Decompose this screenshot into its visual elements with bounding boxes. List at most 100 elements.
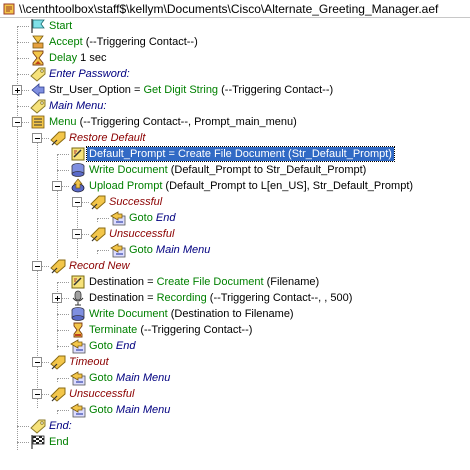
step-keyword: Terminate bbox=[89, 324, 138, 336]
window-title: \\centhtoolbox\staff$\kellym\Documents\C… bbox=[19, 2, 439, 16]
tree-node-destination-create[interactable]: Destination = Create File Document (File… bbox=[0, 274, 470, 290]
label-tag-icon bbox=[30, 66, 46, 82]
branch-icon bbox=[50, 354, 66, 370]
collapse-toggle[interactable] bbox=[72, 197, 82, 207]
tree-node-successful[interactable]: Successful bbox=[0, 194, 470, 210]
step-keyword: Create File Document bbox=[156, 276, 264, 288]
tree-hguide bbox=[82, 234, 89, 235]
expand-toggle[interactable] bbox=[52, 293, 62, 303]
tree-node-accept[interactable]: Accept (--Triggering Contact--) bbox=[0, 34, 470, 50]
node-label: Delay 1 sec bbox=[47, 51, 108, 65]
tree-node-write-document[interactable]: Write Document (Default_Prompt to Str_De… bbox=[0, 162, 470, 178]
collapse-toggle[interactable] bbox=[32, 389, 42, 399]
step-args: (Destination to Filename) bbox=[167, 308, 294, 320]
tree-node-destination-recording[interactable]: Destination = Recording (--Triggering Co… bbox=[0, 290, 470, 306]
step-args: (--Triggering Contact--, , 500) bbox=[206, 292, 353, 304]
tree-hguide bbox=[57, 154, 69, 155]
step-args: (Default_Prompt to Str_Default_Prompt) bbox=[167, 164, 367, 176]
tree-node-main-menu-label[interactable]: Main Menu: bbox=[0, 98, 470, 114]
collapse-toggle[interactable] bbox=[32, 357, 42, 367]
end-flag-icon bbox=[31, 435, 45, 449]
tree-node-goto-main-menu-3[interactable]: Goto Main Menu bbox=[0, 402, 470, 418]
node-label: Record New bbox=[69, 260, 130, 272]
goto-icon bbox=[110, 210, 126, 226]
step-args: (Filename) bbox=[263, 276, 320, 288]
tree-node-delay[interactable]: Delay 1 sec bbox=[0, 50, 470, 66]
tree-node-goto-main-menu-2[interactable]: Goto Main Menu bbox=[0, 370, 470, 386]
node-label: Start bbox=[49, 20, 73, 32]
tree-node-goto-end-1[interactable]: Goto End bbox=[0, 210, 470, 226]
node-label: Goto Main Menu bbox=[127, 243, 212, 257]
tree-hguide bbox=[17, 442, 29, 443]
tree-node-menu[interactable]: Menu (--Triggering Contact--, Prompt_mai… bbox=[0, 114, 470, 130]
tree-node-upload-prompt[interactable]: Upload Prompt (Default_Prompt to L[en_US… bbox=[0, 178, 470, 194]
step-args: (--Triggering Contact--) bbox=[137, 324, 253, 336]
tree-node-goto-end-2[interactable]: Goto End bbox=[0, 338, 470, 354]
tree-node-restore-default[interactable]: Restore Default bbox=[0, 130, 470, 146]
node-label: Upload Prompt (Default_Prompt to L[en_US… bbox=[87, 179, 415, 193]
collapse-toggle[interactable] bbox=[32, 261, 42, 271]
tree-node-enter-password[interactable]: Enter Password: bbox=[0, 66, 470, 82]
collapse-toggle[interactable] bbox=[12, 117, 22, 127]
node-label: Timeout bbox=[69, 356, 109, 368]
step-keyword: Menu bbox=[49, 116, 77, 128]
step-var: Default_Prompt = bbox=[89, 148, 178, 160]
accept-icon bbox=[32, 35, 44, 49]
goto-target: Main Menu bbox=[152, 244, 211, 256]
label-tag-icon bbox=[30, 98, 46, 114]
step-var: Destination = bbox=[89, 276, 157, 288]
tree-hguide bbox=[22, 90, 29, 91]
script-tree[interactable]: Start Accept (--Triggering Contact--) De… bbox=[0, 18, 470, 470]
collapse-toggle[interactable] bbox=[52, 181, 62, 191]
node-label: Unsuccessful bbox=[109, 228, 175, 240]
branch-icon bbox=[50, 258, 66, 274]
step-keyword: Accept bbox=[49, 36, 83, 48]
node-label: Terminate (--Triggering Contact--) bbox=[87, 323, 254, 337]
tree-hguide bbox=[17, 42, 29, 43]
tree-node-goto-main-menu-1[interactable]: Goto Main Menu bbox=[0, 242, 470, 258]
step-keyword: Goto bbox=[129, 212, 153, 224]
collapse-toggle[interactable] bbox=[72, 229, 82, 239]
terminate-icon bbox=[73, 322, 83, 338]
tree-node-start[interactable]: Start bbox=[0, 18, 470, 34]
node-label: Successful bbox=[109, 196, 163, 208]
node-label: End: bbox=[49, 420, 72, 432]
tree-node-write-document-2[interactable]: Write Document (Destination to Filename) bbox=[0, 306, 470, 322]
step-args: (Str_Default_Prompt) bbox=[284, 148, 392, 160]
tree-hguide bbox=[57, 170, 69, 171]
tree-node-end-label[interactable]: End: bbox=[0, 418, 470, 434]
step-keyword: Write Document bbox=[89, 308, 168, 320]
upload-prompt-icon bbox=[71, 178, 85, 193]
tree-hguide bbox=[62, 186, 69, 187]
goto-target: Main Menu bbox=[112, 404, 171, 416]
tree-node-str-user-option[interactable]: Str_User_Option = Get Digit String (--Tr… bbox=[0, 82, 470, 98]
step-keyword: Goto bbox=[89, 340, 113, 352]
node-label: Menu (--Triggering Contact--, Prompt_mai… bbox=[47, 115, 299, 129]
tree-node-unsuccessful-2[interactable]: Unsuccessful bbox=[0, 386, 470, 402]
node-label: Restore Default bbox=[69, 132, 146, 144]
tree-hguide bbox=[42, 138, 49, 139]
tree-node-unsuccessful-1[interactable]: Unsuccessful bbox=[0, 226, 470, 242]
tree-node-timeout[interactable]: Timeout bbox=[0, 354, 470, 370]
set-variable-icon bbox=[70, 146, 86, 162]
step-keyword: Recording bbox=[156, 292, 207, 304]
step-args: (--Triggering Contact--, Prompt_main_men… bbox=[76, 116, 297, 128]
branch-icon bbox=[90, 194, 106, 210]
collapse-toggle[interactable] bbox=[32, 133, 42, 143]
write-document-icon bbox=[70, 306, 86, 322]
tree-node-terminate[interactable]: Terminate (--Triggering Contact--) bbox=[0, 322, 470, 338]
expand-toggle[interactable] bbox=[12, 85, 22, 95]
script-file-icon bbox=[3, 3, 15, 15]
tree-node-record-new[interactable]: Record New bbox=[0, 258, 470, 274]
tree-node-default-prompt[interactable]: Default_Prompt = Create File Document (S… bbox=[0, 146, 470, 162]
menu-icon bbox=[31, 115, 45, 129]
step-keyword: Goto bbox=[89, 404, 113, 416]
step-args: (--Triggering Contact--) bbox=[218, 84, 334, 96]
tree-hguide bbox=[97, 250, 109, 251]
node-label: Destination = Recording (--Triggering Co… bbox=[87, 291, 354, 305]
node-label: Write Document (Destination to Filename) bbox=[87, 307, 296, 321]
branch-icon bbox=[50, 386, 66, 402]
tree-node-end[interactable]: End bbox=[0, 434, 470, 450]
tree-hguide bbox=[17, 426, 29, 427]
tree-hguide bbox=[17, 58, 29, 59]
